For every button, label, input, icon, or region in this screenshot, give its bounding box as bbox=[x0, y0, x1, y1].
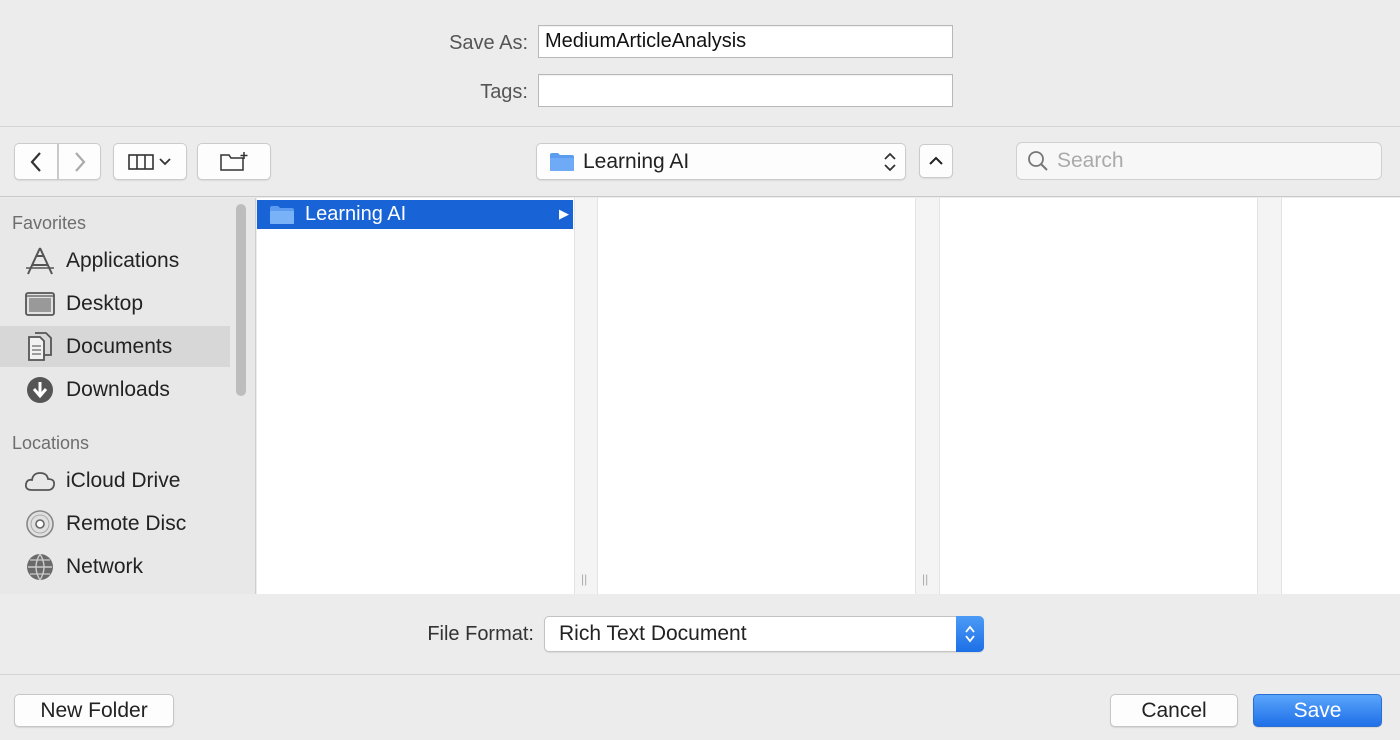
list-item-label: Learning AI bbox=[305, 203, 407, 225]
tags-label: Tags: bbox=[480, 81, 528, 103]
locations-header: Locations bbox=[12, 433, 90, 453]
file-format-select[interactable]: Rich Text Document bbox=[544, 616, 984, 652]
folder-icon bbox=[550, 152, 574, 171]
sidebar-item-remote-disc[interactable]: Remote Disc bbox=[0, 503, 230, 544]
sidebar-item-icloud-drive[interactable]: iCloud Drive bbox=[0, 460, 230, 501]
back-button[interactable] bbox=[14, 143, 58, 180]
column-resizer[interactable]: || bbox=[574, 198, 598, 594]
sidebar-item-label: Documents bbox=[66, 334, 173, 358]
sidebar-item-label: Desktop bbox=[66, 291, 144, 315]
sidebar-item-label: iCloud Drive bbox=[66, 468, 181, 492]
forward-button[interactable] bbox=[58, 143, 101, 180]
format-bar: File Format: Rich Text Document bbox=[0, 595, 1400, 675]
resize-handle-icon: || bbox=[922, 572, 929, 586]
cloud-icon bbox=[24, 465, 56, 497]
network-icon bbox=[24, 551, 56, 583]
cancel-button[interactable]: Cancel bbox=[1110, 694, 1238, 727]
list-item-learning-ai[interactable]: Learning AI ▶ bbox=[257, 200, 573, 229]
browser-column-1: Learning AI ▶ bbox=[257, 198, 574, 594]
save-form: Save As: Tags: bbox=[0, 0, 1400, 127]
column-resizer[interactable] bbox=[1257, 198, 1282, 594]
sidebar-item-downloads[interactable]: Downloads bbox=[0, 369, 230, 410]
expand-collapse-button[interactable] bbox=[919, 144, 953, 178]
browser-column-3 bbox=[940, 198, 1257, 594]
new-folder-icon bbox=[220, 151, 248, 171]
columns-view-icon bbox=[128, 153, 154, 170]
sidebar-item-label: Downloads bbox=[66, 377, 170, 401]
sidebar-item-documents[interactable]: Documents bbox=[0, 326, 230, 367]
sidebar: Favorites Applications Desktop Documents… bbox=[0, 198, 256, 594]
browser-column-4 bbox=[1282, 198, 1400, 594]
toolbar: Learning AI bbox=[0, 128, 1400, 197]
desktop-icon bbox=[24, 288, 56, 320]
tags-input[interactable] bbox=[538, 74, 953, 107]
sidebar-item-network[interactable]: Network bbox=[0, 546, 230, 587]
downloads-icon bbox=[24, 374, 56, 406]
save-as-input[interactable] bbox=[538, 25, 953, 58]
save-button[interactable]: Save bbox=[1253, 694, 1382, 727]
sidebar-item-label: Applications bbox=[66, 248, 180, 272]
save-as-label: Save As: bbox=[449, 32, 528, 54]
sidebar-item-applications[interactable]: Applications bbox=[0, 240, 230, 281]
favorites-header: Favorites bbox=[12, 213, 87, 233]
documents-icon bbox=[24, 331, 56, 363]
chevron-up-icon bbox=[929, 156, 943, 165]
chevron-down-icon bbox=[159, 157, 171, 165]
search-icon bbox=[1028, 151, 1048, 171]
location-label: Learning AI bbox=[583, 149, 690, 173]
file-format-value: Rich Text Document bbox=[559, 622, 747, 645]
disclosure-arrow-icon: ▶ bbox=[559, 206, 569, 221]
column-browser: Learning AI ▶ || || bbox=[257, 198, 1400, 594]
sidebar-scrollbar[interactable] bbox=[236, 204, 246, 396]
column-resizer[interactable]: || bbox=[915, 198, 940, 594]
resize-handle-icon: || bbox=[581, 572, 588, 586]
location-popup[interactable]: Learning AI bbox=[536, 143, 906, 180]
view-mode-button[interactable] bbox=[113, 143, 187, 180]
sidebar-item-label: Remote Disc bbox=[66, 511, 187, 535]
browser-column-2 bbox=[598, 198, 915, 594]
chevron-right-icon bbox=[74, 151, 85, 172]
folder-icon bbox=[270, 205, 294, 224]
new-folder-toolbar-button[interactable] bbox=[197, 143, 271, 180]
file-format-label: File Format: bbox=[427, 623, 534, 645]
new-folder-button[interactable]: New Folder bbox=[14, 694, 174, 727]
up-down-arrows-icon bbox=[884, 152, 896, 172]
up-down-arrows-icon bbox=[956, 616, 984, 652]
sidebar-item-label: Network bbox=[66, 554, 144, 578]
applications-icon bbox=[24, 245, 56, 277]
search-field[interactable] bbox=[1016, 142, 1382, 180]
chevron-left-icon bbox=[30, 151, 41, 172]
search-input[interactable] bbox=[1057, 149, 1357, 173]
sidebar-item-desktop[interactable]: Desktop bbox=[0, 283, 230, 324]
disc-icon bbox=[24, 508, 56, 540]
bottom-bar: New Folder Cancel Save bbox=[0, 676, 1400, 740]
